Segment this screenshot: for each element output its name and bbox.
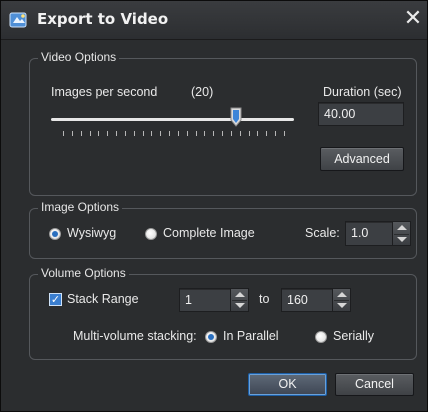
slider-tick [107, 131, 109, 136]
slider-tick [177, 131, 179, 136]
radio-complete-image[interactable] [145, 228, 157, 240]
slider-tick [98, 131, 100, 136]
slider-tick [124, 131, 126, 136]
video-options-group: Video Options [29, 50, 417, 196]
slider-tick [186, 131, 188, 136]
slider-tick [284, 131, 285, 136]
slider-tick [195, 131, 197, 136]
slider-tick [151, 131, 153, 136]
duration-input[interactable]: 40.00 [318, 102, 404, 126]
volume-options-group: Volume Options [29, 266, 417, 360]
slider-tick [257, 131, 259, 136]
range-to-spinner[interactable] [332, 289, 350, 311]
radio-serially-label[interactable]: Serially [333, 329, 374, 343]
video-options-title: Video Options [38, 50, 120, 64]
slider-tick [213, 131, 215, 136]
cancel-button[interactable]: Cancel [335, 373, 414, 396]
range-to-up-arrow-icon[interactable] [337, 292, 347, 297]
stack-range-checkbox[interactable]: ✓ [49, 293, 62, 306]
slider-tick [80, 131, 82, 136]
close-icon[interactable]: ✕ [401, 7, 425, 31]
slider-tick [239, 131, 241, 136]
slider-tick [133, 131, 135, 136]
multi-volume-stacking-label: Multi-volume stacking: [73, 329, 197, 343]
radio-serially[interactable] [315, 331, 327, 343]
slider-tick [142, 131, 144, 136]
range-to-label: to [259, 292, 270, 306]
slider-tick [248, 131, 250, 136]
volume-options-title: Volume Options [38, 266, 129, 280]
images-per-second-label: Images per second [51, 85, 158, 99]
duration-label: Duration (sec) [323, 85, 402, 99]
images-per-second-value: (20) [191, 85, 214, 99]
radio-wysiwyg-label[interactable]: Wysiwyg [67, 226, 116, 240]
range-from-down-arrow-icon[interactable] [235, 303, 245, 308]
radio-wysiwyg[interactable] [49, 228, 61, 240]
radio-in-parallel-label[interactable]: In Parallel [223, 329, 279, 343]
dialog-title: Export to Video [37, 10, 169, 28]
title-bar[interactable]: Export to Video ✕ [1, 1, 427, 40]
slider-tick [230, 131, 232, 136]
images-per-second-slider-track[interactable] [51, 118, 294, 121]
ok-button[interactable]: OK [248, 373, 327, 396]
range-from-up-arrow-icon[interactable] [235, 292, 245, 297]
radio-complete-image-label[interactable]: Complete Image [163, 226, 255, 240]
slider-tick [116, 131, 118, 136]
scale-label: Scale: [305, 226, 340, 240]
slider-tick [160, 131, 162, 136]
advanced-button[interactable]: Advanced [320, 147, 404, 171]
range-from-spinner[interactable] [230, 289, 248, 311]
slider-tick [222, 131, 224, 136]
scale-up-arrow-icon[interactable] [397, 225, 407, 230]
slider-tick [204, 131, 206, 136]
range-to-down-arrow-icon[interactable] [337, 303, 347, 308]
slider-tick [169, 131, 171, 136]
slider-tick [71, 131, 73, 136]
app-icon [9, 12, 27, 28]
slider-tick [266, 131, 268, 136]
scale-down-arrow-icon[interactable] [397, 237, 407, 242]
image-options-title: Image Options [38, 200, 123, 214]
radio-in-parallel[interactable] [205, 331, 217, 343]
slider-tick [89, 131, 91, 136]
slider-tick [63, 131, 64, 136]
scale-spinner[interactable] [392, 222, 410, 245]
images-per-second-slider-thumb[interactable] [230, 107, 242, 127]
export-to-video-dialog: Export to Video ✕ Video Options Images p… [0, 0, 428, 412]
stack-range-label[interactable]: Stack Range [67, 292, 139, 306]
slider-tick [275, 131, 277, 136]
